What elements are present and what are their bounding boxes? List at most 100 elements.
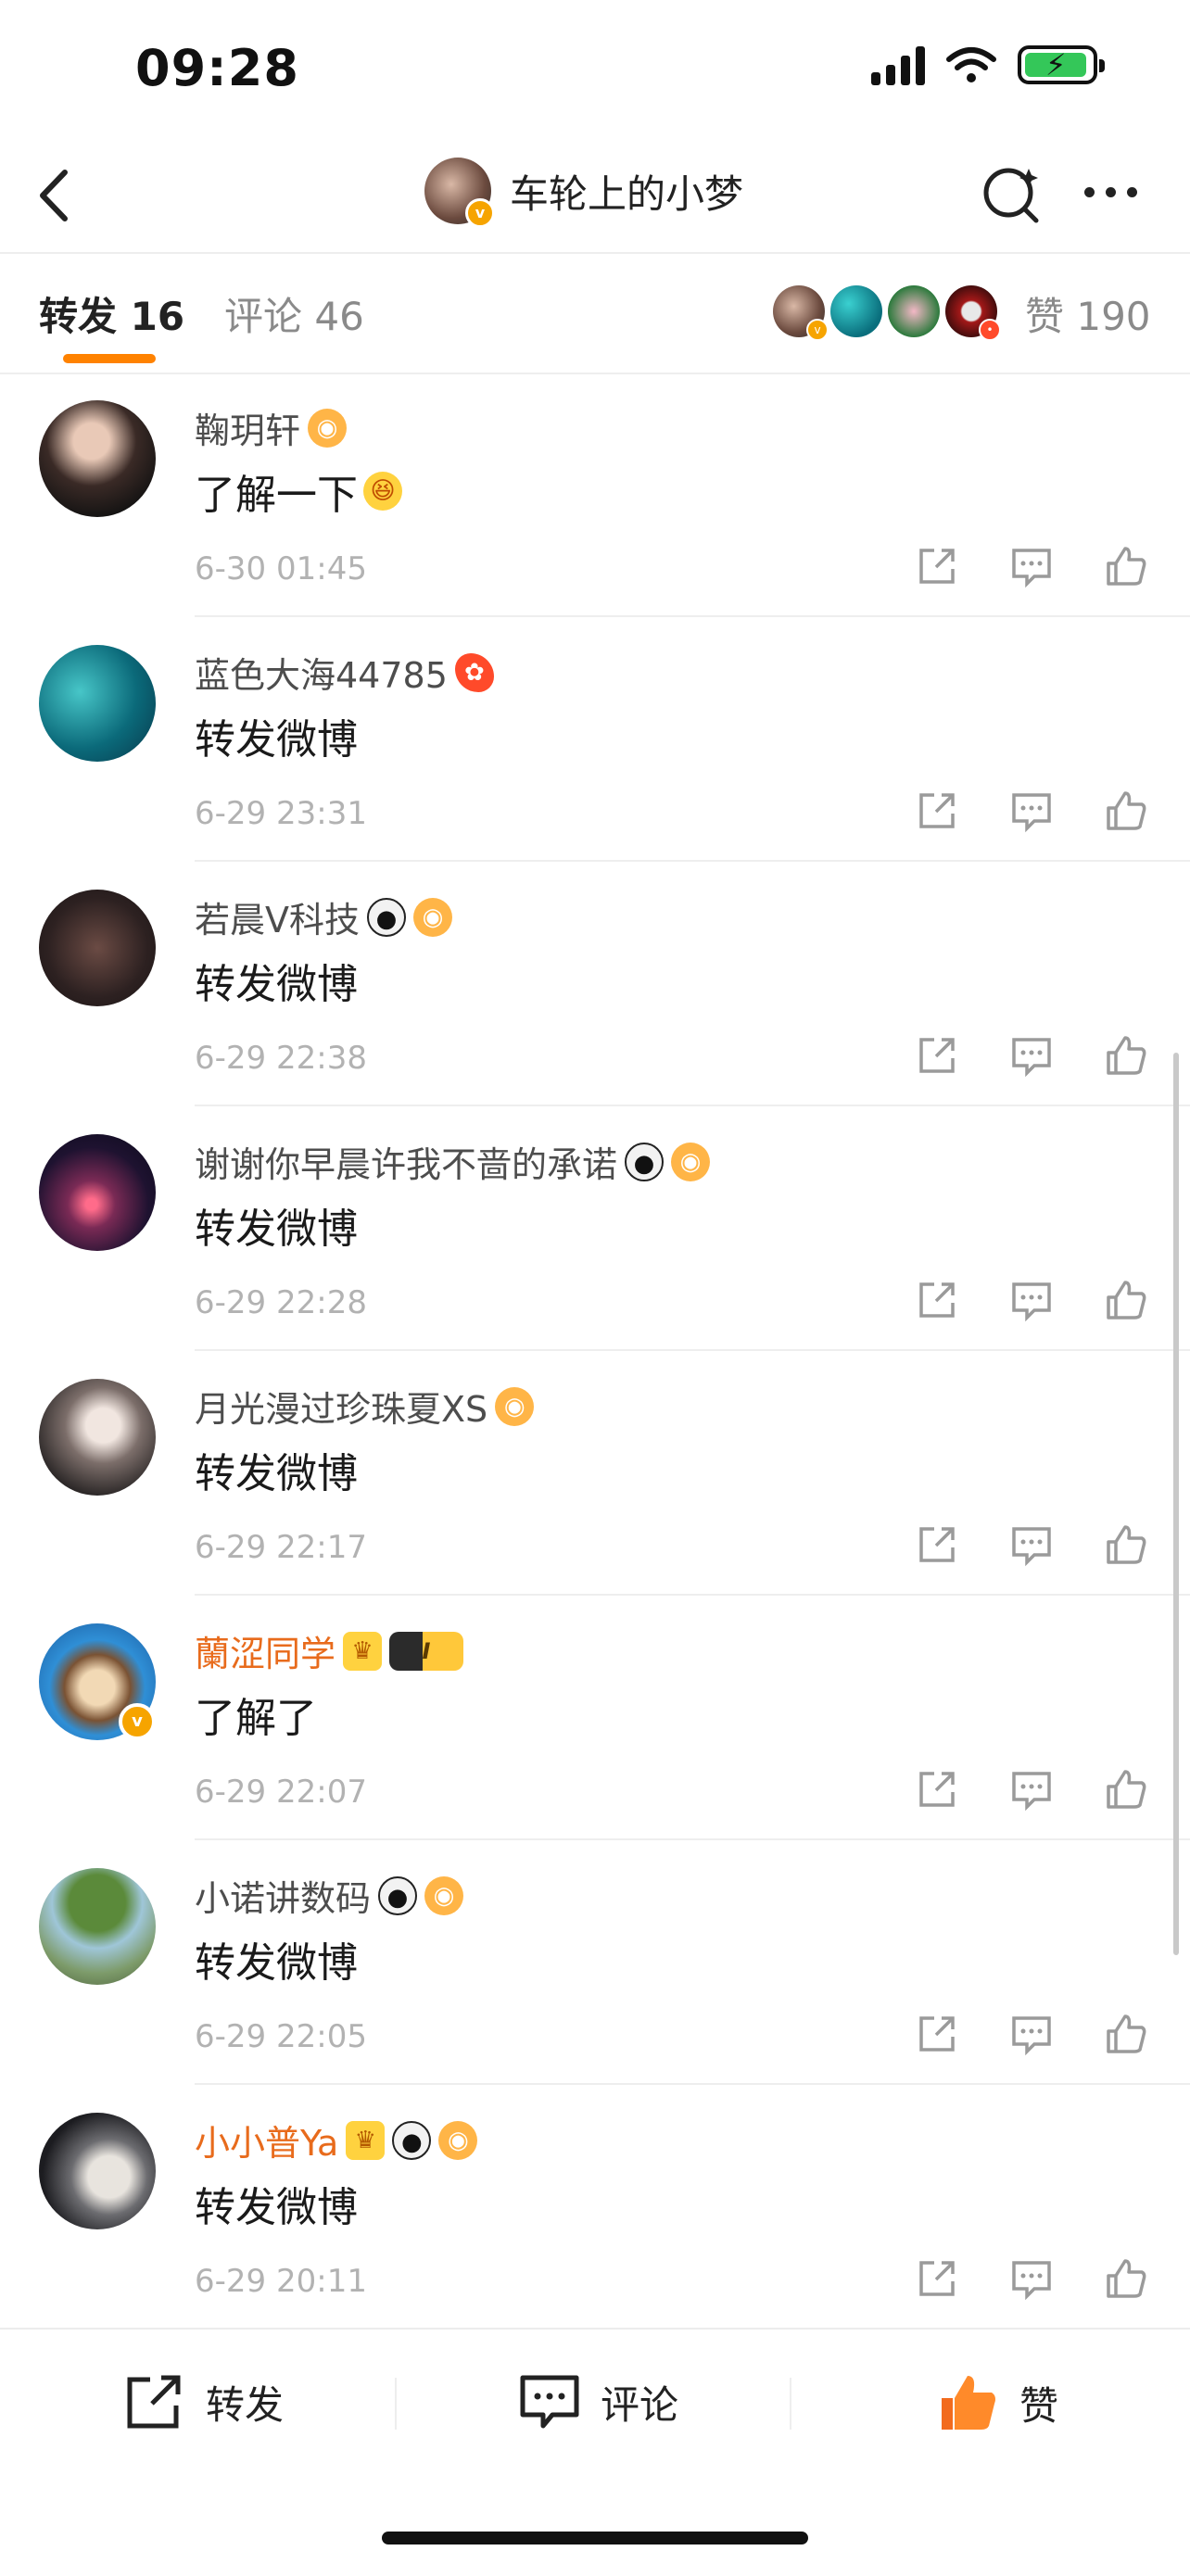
share-icon[interactable] bbox=[914, 543, 960, 589]
crown-badge-icon: ♛ bbox=[346, 2120, 386, 2160]
avatar: v bbox=[773, 285, 829, 341]
divider bbox=[790, 2378, 791, 2430]
share-icon[interactable] bbox=[914, 1766, 960, 1812]
user-name[interactable]: 鞠玥轩 bbox=[195, 402, 300, 453]
comment-icon[interactable] bbox=[1008, 788, 1055, 834]
comment-icon[interactable] bbox=[1008, 1277, 1055, 1323]
wifi-icon bbox=[946, 47, 996, 82]
avatar[interactable] bbox=[39, 1379, 156, 1496]
comment-button[interactable]: 评论 bbox=[517, 2372, 678, 2431]
liker-avatars[interactable]: v • bbox=[773, 285, 1001, 341]
avatar[interactable] bbox=[39, 2113, 156, 2229]
like-count[interactable]: 赞 190 bbox=[1025, 285, 1151, 342]
repost-text: 了解一下 😆 bbox=[195, 461, 402, 521]
like-button[interactable]: 赞 bbox=[936, 2372, 1058, 2433]
like-icon[interactable] bbox=[1103, 543, 1149, 589]
battery-icon: ⚡ bbox=[1018, 45, 1105, 84]
repost-text: 了解了 bbox=[195, 1695, 317, 1742]
avatar[interactable] bbox=[39, 1134, 156, 1251]
fish-badge-icon: ◉ bbox=[413, 897, 452, 937]
user-name[interactable]: 小诺讲数码 bbox=[195, 1870, 371, 1921]
like-icon[interactable] bbox=[1103, 2255, 1149, 2302]
share-icon[interactable] bbox=[914, 1032, 960, 1079]
share-icon[interactable] bbox=[914, 1522, 960, 1568]
avatar bbox=[888, 285, 940, 337]
comment-icon[interactable] bbox=[1008, 2255, 1055, 2302]
repost-list: 鞠玥轩 ◉ 了解一下 😆 6-30 01:45 蓝色大海44785 ✿ 转发微博 6-… bbox=[0, 373, 1190, 2330]
share-icon[interactable] bbox=[914, 1277, 960, 1323]
comment-icon[interactable] bbox=[1008, 1766, 1055, 1812]
list-item[interactable]: 谢谢你早晨许我不啬的承诺 ● ◉ 转发微博 6-29 22:28 bbox=[0, 1106, 1190, 1351]
repost-text: 转发微博 bbox=[195, 1450, 358, 1497]
nav-bar: v 车轮上的小梦 bbox=[0, 139, 1190, 254]
tab-comment[interactable]: 评论 46 bbox=[224, 285, 364, 342]
like-icon[interactable] bbox=[1103, 1032, 1149, 1079]
fish-badge-icon: ◉ bbox=[671, 1142, 711, 1181]
user-name[interactable]: 蓝色大海44785 bbox=[195, 647, 448, 698]
page-title: 车轮上的小梦 bbox=[510, 170, 744, 217]
verified-icon: v bbox=[465, 198, 495, 228]
tab-repost[interactable]: 转发 16 bbox=[39, 285, 184, 342]
timestamp: 6-29 22:05 bbox=[195, 2018, 367, 2055]
like-icon[interactable] bbox=[1103, 788, 1149, 834]
status-icons: ⚡ bbox=[871, 44, 1105, 85]
user-name[interactable]: 谢谢你早晨许我不啬的承诺 bbox=[195, 1136, 617, 1187]
list-item[interactable]: 小小普Ya ♛ ● ◉ 转发微博 6-29 20:11 bbox=[0, 2085, 1190, 2330]
share-icon[interactable] bbox=[914, 2255, 960, 2302]
fish-badge-icon: ◉ bbox=[438, 2120, 478, 2160]
user-name[interactable]: 若晨V科技 bbox=[195, 891, 360, 942]
comment-icon[interactable] bbox=[1008, 1032, 1055, 1079]
comment-icon[interactable] bbox=[1008, 2011, 1055, 2057]
home-indicator[interactable] bbox=[382, 2532, 808, 2544]
timestamp: 6-29 22:17 bbox=[195, 1529, 367, 1566]
avatar[interactable] bbox=[39, 1868, 156, 1985]
repost-text: 转发微博 bbox=[195, 2184, 358, 2231]
user-name[interactable]: 月光漫过珍珠夏XS bbox=[195, 1381, 487, 1432]
list-item[interactable]: v 蘭涩同学 ♛ I 了解了 6-29 22:07 bbox=[0, 1596, 1190, 1840]
like-icon bbox=[942, 2376, 995, 2430]
more-icon[interactable] bbox=[1084, 187, 1137, 197]
list-item[interactable]: 蓝色大海44785 ✿ 转发微博 6-29 23:31 bbox=[0, 617, 1190, 862]
nav-user[interactable]: v 车轮上的小梦 bbox=[424, 158, 744, 228]
list-item[interactable]: 若晨V科技 ● ◉ 转发微博 6-29 22:38 bbox=[0, 862, 1190, 1106]
timestamp: 6-30 01:45 bbox=[195, 550, 367, 587]
timestamp: 6-29 22:07 bbox=[195, 1774, 367, 1811]
fish-badge-icon: ◉ bbox=[495, 1386, 535, 1426]
fish-badge-icon: ◉ bbox=[424, 1875, 464, 1915]
comment-icon bbox=[520, 2375, 579, 2429]
timestamp: 6-29 23:31 bbox=[195, 795, 367, 832]
share-icon[interactable] bbox=[914, 788, 960, 834]
like-icon[interactable] bbox=[1103, 2011, 1149, 2057]
repost-text: 转发微博 bbox=[195, 1206, 358, 1253]
user-name[interactable]: 蘭涩同学 bbox=[195, 1625, 335, 1676]
repost-label: 转发 bbox=[206, 2381, 285, 2428]
panda-badge-icon: ● bbox=[378, 1875, 418, 1915]
avatar[interactable]: v bbox=[39, 1623, 156, 1740]
repost-text: 转发微博 bbox=[195, 961, 358, 1008]
status-time: 09:28 bbox=[135, 39, 299, 97]
comment-label: 评论 bbox=[601, 2381, 679, 2428]
repost-button[interactable]: 转发 bbox=[122, 2372, 284, 2431]
avatar[interactable] bbox=[39, 890, 156, 1006]
laugh-cry-emoji-icon: 😆 bbox=[363, 472, 402, 511]
avatar[interactable] bbox=[39, 400, 156, 517]
like-icon[interactable] bbox=[1103, 1522, 1149, 1568]
repost-text: 转发微博 bbox=[195, 716, 358, 764]
like-icon[interactable] bbox=[1103, 1277, 1149, 1323]
timestamp: 6-29 20:11 bbox=[195, 2263, 367, 2300]
avatar[interactable] bbox=[39, 645, 156, 762]
user-name[interactable]: 小小普Ya bbox=[195, 2115, 338, 2166]
search-icon[interactable] bbox=[981, 161, 1045, 226]
back-icon[interactable] bbox=[28, 163, 83, 228]
avatar[interactable]: v bbox=[424, 158, 495, 228]
comment-icon[interactable] bbox=[1008, 543, 1055, 589]
level-badge: I bbox=[389, 1631, 464, 1671]
scrollbar[interactable] bbox=[1173, 1053, 1179, 1955]
like-icon[interactable] bbox=[1103, 1766, 1149, 1812]
comment-icon[interactable] bbox=[1008, 1522, 1055, 1568]
list-item[interactable]: 小诺讲数码 ● ◉ 转发微博 6-29 22:05 bbox=[0, 1840, 1190, 2085]
share-icon[interactable] bbox=[914, 2011, 960, 2057]
list-item[interactable]: 月光漫过珍珠夏XS ◉ 转发微博 6-29 22:17 bbox=[0, 1351, 1190, 1596]
list-item[interactable]: 鞠玥轩 ◉ 了解一下 😆 6-30 01:45 bbox=[0, 373, 1190, 617]
red-badge-icon: ✿ bbox=[454, 652, 494, 692]
